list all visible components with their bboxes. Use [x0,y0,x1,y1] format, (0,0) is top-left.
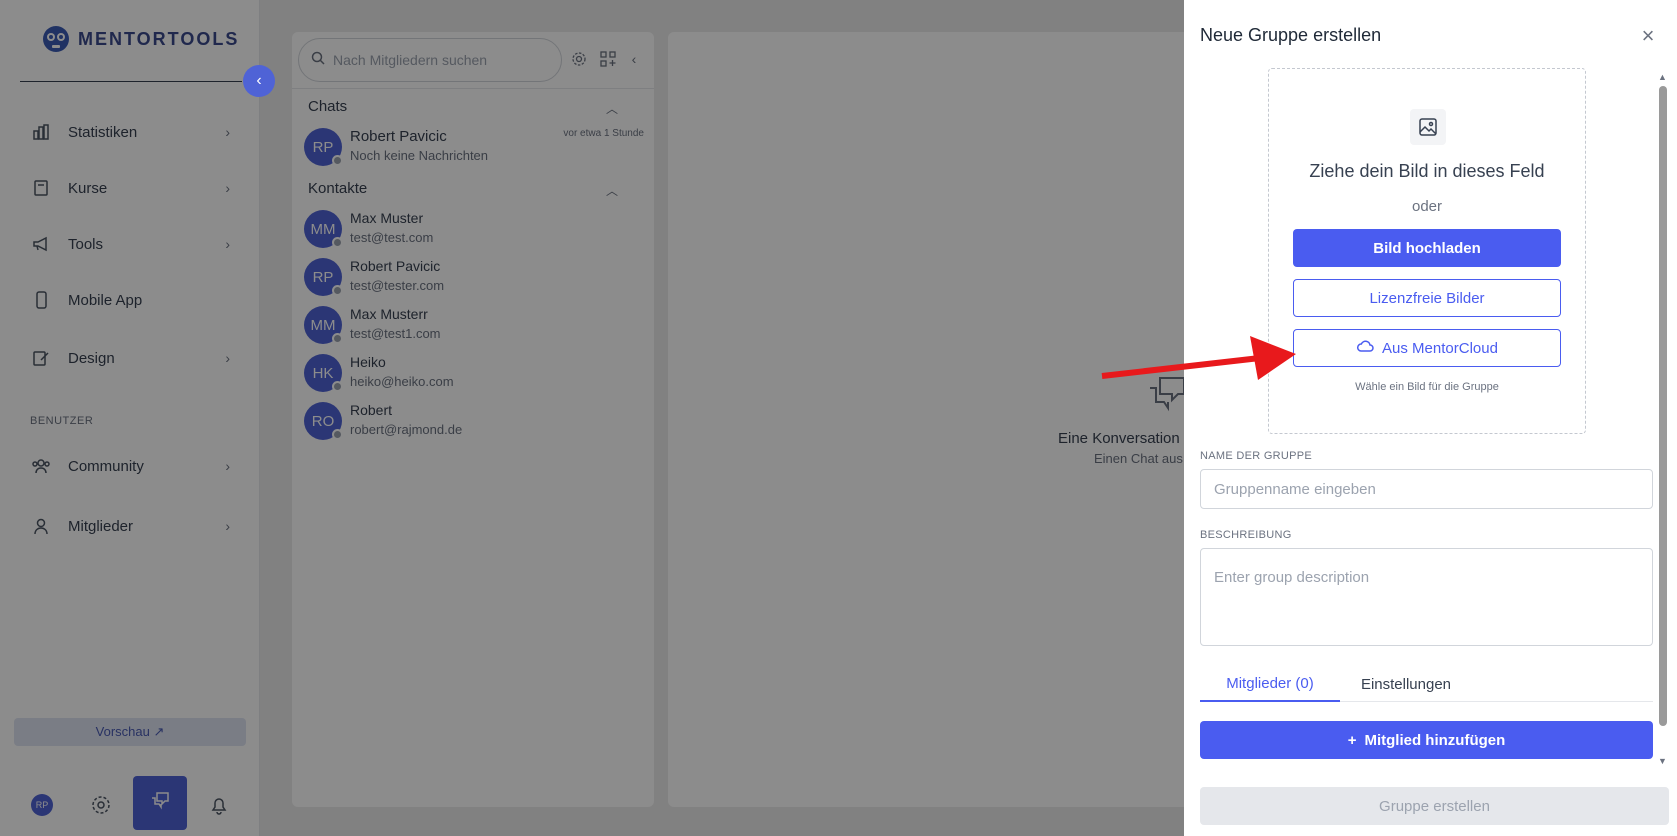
group-name-label: NAME DER GRUPPE [1200,450,1313,462]
cloud-icon [1356,339,1374,357]
collapse-sidebar-button[interactable]: ‹ [243,65,275,97]
mentorcloud-label: Aus MentorCloud [1382,339,1498,357]
add-member-button[interactable]: + Mitglied hinzufügen [1200,721,1653,759]
scrollbar-thumb[interactable] [1659,86,1667,726]
tab-mitglieder[interactable]: Mitglieder (0) [1200,666,1340,702]
drawer-title: Neue Gruppe erstellen [1200,25,1382,45]
free-images-button[interactable]: Lizenzfreie Bilder [1293,279,1561,317]
create-group-drawer: Neue Gruppe erstellen × ▲ ▼ Ziehe dein B… [1184,0,1677,836]
dropzone-title: Ziehe dein Bild in dieses Feld [1309,161,1545,181]
description-label: BESCHREIBUNG [1200,529,1292,541]
upload-image-button[interactable]: Bild hochladen [1293,229,1561,267]
chevron-left-icon: ‹ [256,72,262,89]
drawer-tabs: Mitglieder (0) Einstellungen [1200,666,1653,702]
dropzone-or: oder [1411,198,1443,215]
scroll-up-arrow-icon[interactable]: ▲ [1658,72,1667,82]
description-textarea[interactable] [1200,548,1653,646]
close-icon[interactable]: × [1638,25,1658,47]
image-icon [1410,109,1446,145]
dropzone-hint: Wähle ein Bild für die Gruppe [1355,381,1499,393]
plus-icon: + [1347,731,1357,749]
image-dropzone[interactable]: Ziehe dein Bild in dieses Feld oder Bild… [1268,68,1586,434]
scrollbar[interactable]: ▲ ▼ [1656,68,1670,768]
group-name-input[interactable] [1200,469,1653,509]
add-member-label: Mitglied hinzufügen [1364,731,1506,749]
scroll-down-arrow-icon[interactable]: ▼ [1658,756,1667,766]
create-group-button[interactable]: Gruppe erstellen [1200,787,1669,825]
mentorcloud-button[interactable]: Aus MentorCloud [1293,329,1561,367]
tab-einstellungen[interactable]: Einstellungen [1346,666,1466,702]
